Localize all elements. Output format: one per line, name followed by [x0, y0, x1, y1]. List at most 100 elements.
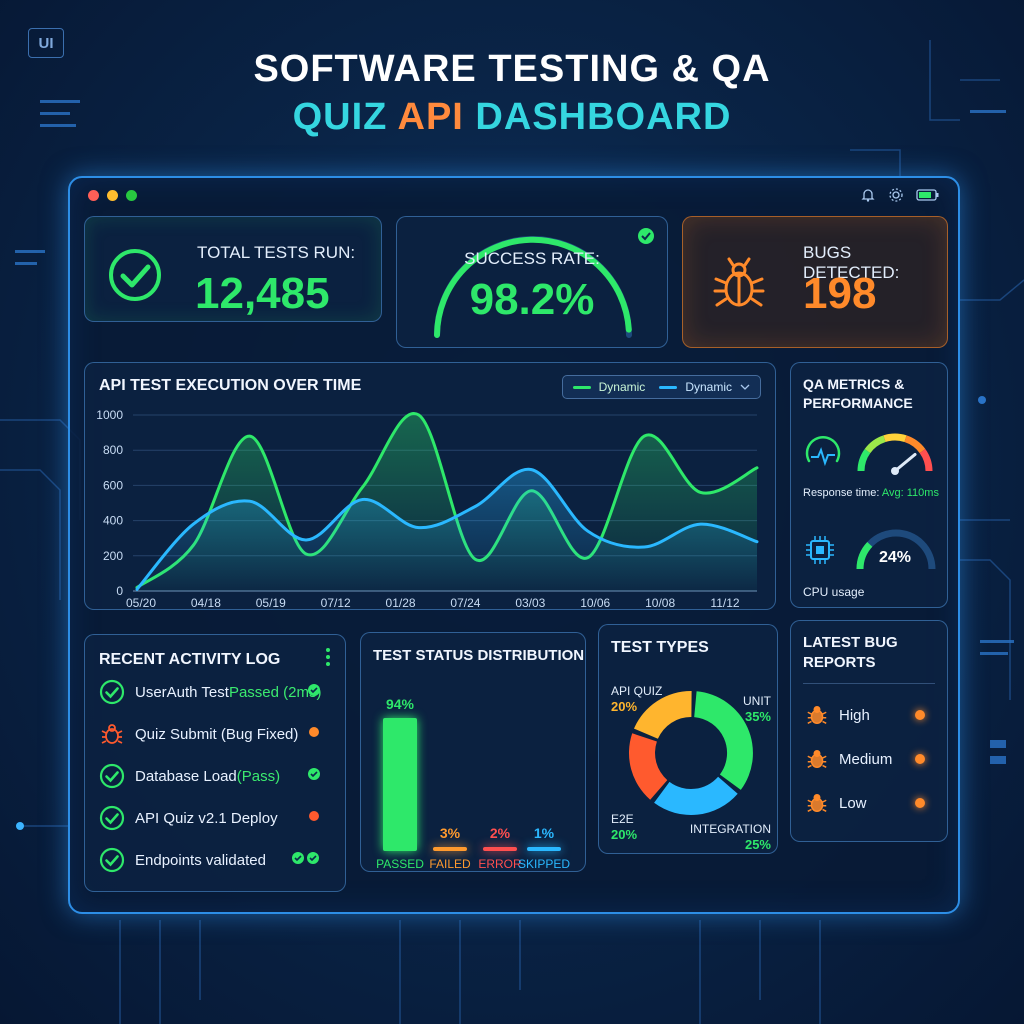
activity-log-item[interactable]: Database Load (Pass): [99, 761, 333, 791]
status-bar-passed[interactable]: [383, 717, 417, 851]
activity-log-item[interactable]: UserAuth Test Passed (2ms): [99, 677, 333, 707]
battery-icon: [916, 189, 939, 201]
activity-log-panel: RECENT ACTIVITY LOG UserAuth Test Passed…: [84, 634, 346, 892]
x-tick-label: 03/03: [515, 596, 545, 609]
total-tests-value: 12,485: [195, 269, 330, 318]
donut-category-label: INTEGRATION: [690, 822, 771, 836]
execution-line-chart: 0 200 400 600 800 1000 05/20 04/18 05/19 07/12 01/…: [96, 408, 759, 609]
status-bar-failed[interactable]: [433, 846, 467, 851]
check-circle-icon: [99, 763, 125, 789]
heartbeat-icon: [805, 436, 841, 467]
legend-swatch-blue: [659, 385, 678, 389]
status-bar-chart: 94% PASSED 3% FAILED 2% ERROR 1% SKIPPED: [361, 673, 587, 871]
bell-icon[interactable]: [860, 187, 876, 203]
y-tick-label: 600: [103, 478, 123, 492]
qa-metrics-title-line2: PERFORMANCE: [803, 395, 913, 411]
activity-log-text: API Quiz v2.1 Deploy: [135, 809, 278, 827]
check-circle-icon: [109, 249, 161, 301]
bug-report-item[interactable]: Medium: [805, 747, 892, 771]
donut-value-label: 25%: [745, 837, 771, 852]
cpu-usage-value: 24%: [879, 549, 912, 566]
legend-swatch-green: [572, 385, 591, 389]
bug-icon: [805, 747, 829, 771]
more-vertical-icon[interactable]: [325, 647, 331, 667]
check-badge-icon: [638, 228, 654, 244]
activity-log-item[interactable]: API Quiz v2.1 Deploy: [99, 803, 333, 833]
subtitle-word-api: API: [397, 96, 464, 138]
page-title: SOFTWARE TESTING & QA: [253, 48, 771, 90]
severity-dot-icon: [915, 798, 925, 808]
activity-log-text: Quiz Submit (Bug Fixed): [135, 725, 299, 743]
activity-log-text: UserAuth Test: [135, 683, 229, 701]
donut-category-label: E2E: [611, 812, 634, 826]
qa-metrics-title: QA METRICS & PERFORMANCE: [803, 375, 913, 413]
status-distribution-title: TEST STATUS DISTRIBUTION: [373, 647, 585, 664]
activity-log-title: RECENT ACTIVITY LOG: [99, 651, 281, 668]
bugs-detected-card: BUGS DETECTED: 198: [682, 216, 948, 348]
check-badge-icon: [307, 683, 321, 701]
maximize-window-dot[interactable]: [126, 190, 137, 201]
execution-chart-panel: API TEST EXECUTION OVER TIME Dynamic Dyn…: [84, 362, 776, 610]
check-badge-icon: [307, 767, 321, 785]
activity-log-text: Endpoints validated: [135, 851, 266, 869]
gear-icon[interactable]: [888, 187, 904, 203]
gauge-segment: [904, 435, 926, 454]
gauge-hub: [891, 467, 899, 475]
status-bar-skipped[interactable]: [527, 847, 561, 851]
success-rate-card: SUCCESS RATE: 98.2%: [396, 216, 668, 348]
activity-log-item[interactable]: Quiz Submit (Bug Fixed): [99, 719, 333, 749]
bug-icon: [805, 703, 829, 727]
bug-report-item[interactable]: Low: [805, 791, 867, 815]
x-tick-label: 04/18: [191, 596, 221, 609]
y-tick-label: 1000: [96, 408, 123, 422]
total-tests-label: TOTAL TESTS RUN:: [197, 243, 356, 262]
bug-reports-title-line1: LATEST BUG: [803, 634, 898, 651]
total-tests-card: TOTAL TESTS RUN: 12,485: [84, 216, 382, 322]
gauge-segment: [857, 448, 871, 472]
bug-reports-panel: LATEST BUG REPORTS High Medium Low: [790, 620, 948, 842]
minimize-window-dot[interactable]: [107, 190, 118, 201]
gauge-segment: [864, 435, 886, 454]
window-controls: [88, 190, 137, 201]
chevron-down-icon: [740, 384, 750, 390]
donut-category-label: UNIT: [743, 694, 772, 708]
series-legend-dropdown[interactable]: Dynamic Dynamic: [561, 375, 761, 399]
close-window-dot[interactable]: [88, 190, 99, 201]
bugs-detected-value: 198: [803, 269, 877, 318]
response-time-text: Response time: Avg: 110ms: [803, 487, 939, 499]
dashboard-window: TOTAL TESTS RUN: 12,485 SUCCESS RATE: 98…: [68, 176, 960, 914]
bug-severity-label: Medium: [839, 750, 893, 768]
legend-label-1: Dynamic: [598, 380, 646, 394]
donut-value-label: 20%: [611, 699, 637, 714]
status-bar-value: 3%: [439, 824, 461, 841]
cpu-gauge-fill: [856, 542, 873, 570]
activity-log-status: (Pass): [236, 767, 281, 785]
response-time-label: Response time:: [803, 487, 880, 499]
donut-slice-api-quiz: [634, 690, 692, 739]
status-bar-error[interactable]: [483, 847, 517, 851]
bug-report-item[interactable]: High: [805, 703, 870, 727]
x-tick-label: 07/24: [450, 596, 480, 609]
gauge-segment: [883, 433, 907, 443]
execution-chart-title: API TEST EXECUTION OVER TIME: [99, 377, 362, 394]
cpu-chip-icon: [806, 536, 834, 564]
activity-log-item[interactable]: Endpoints validated: [99, 845, 333, 875]
double-check-icon: [291, 851, 321, 869]
x-tick-label: 05/19: [256, 596, 286, 609]
cpu-usage-label: CPU usage: [803, 585, 865, 599]
response-time-gauge: [857, 433, 933, 475]
check-circle-icon: [99, 847, 125, 873]
subtitle-word-dashboard: DASHBOARD: [475, 96, 732, 138]
divider: [803, 683, 935, 684]
bug-icon: [307, 809, 321, 827]
donut-value-label: 20%: [611, 827, 637, 842]
check-circle-icon: [99, 679, 125, 705]
bug-severity-label: Low: [839, 794, 867, 812]
y-tick-label: 400: [103, 514, 123, 528]
page-subtitle: QUIZ API DASHBOARD: [0, 96, 1024, 139]
x-tick-label: 10/08: [645, 596, 675, 609]
severity-dot-icon: [915, 754, 925, 764]
bug-severity-label: High: [839, 706, 870, 724]
warning-dot-icon: [307, 725, 321, 743]
donut-category-label: API QUIZ: [611, 684, 662, 698]
